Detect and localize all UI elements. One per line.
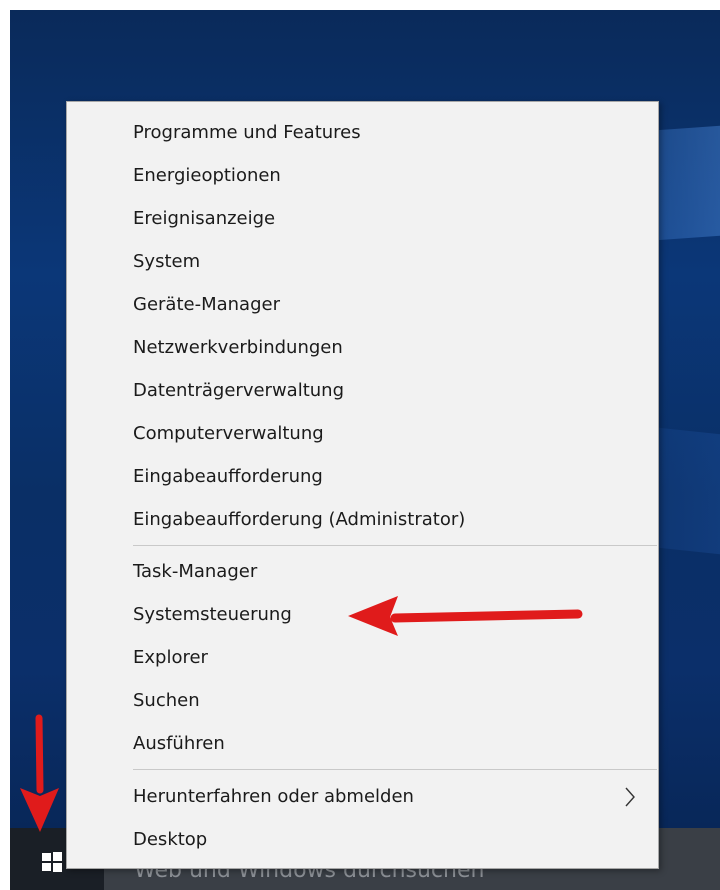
red-arrow-left-icon: [348, 596, 583, 636]
red-arrow-down-icon: [20, 714, 59, 832]
annotation-arrows: [20, 596, 583, 832]
